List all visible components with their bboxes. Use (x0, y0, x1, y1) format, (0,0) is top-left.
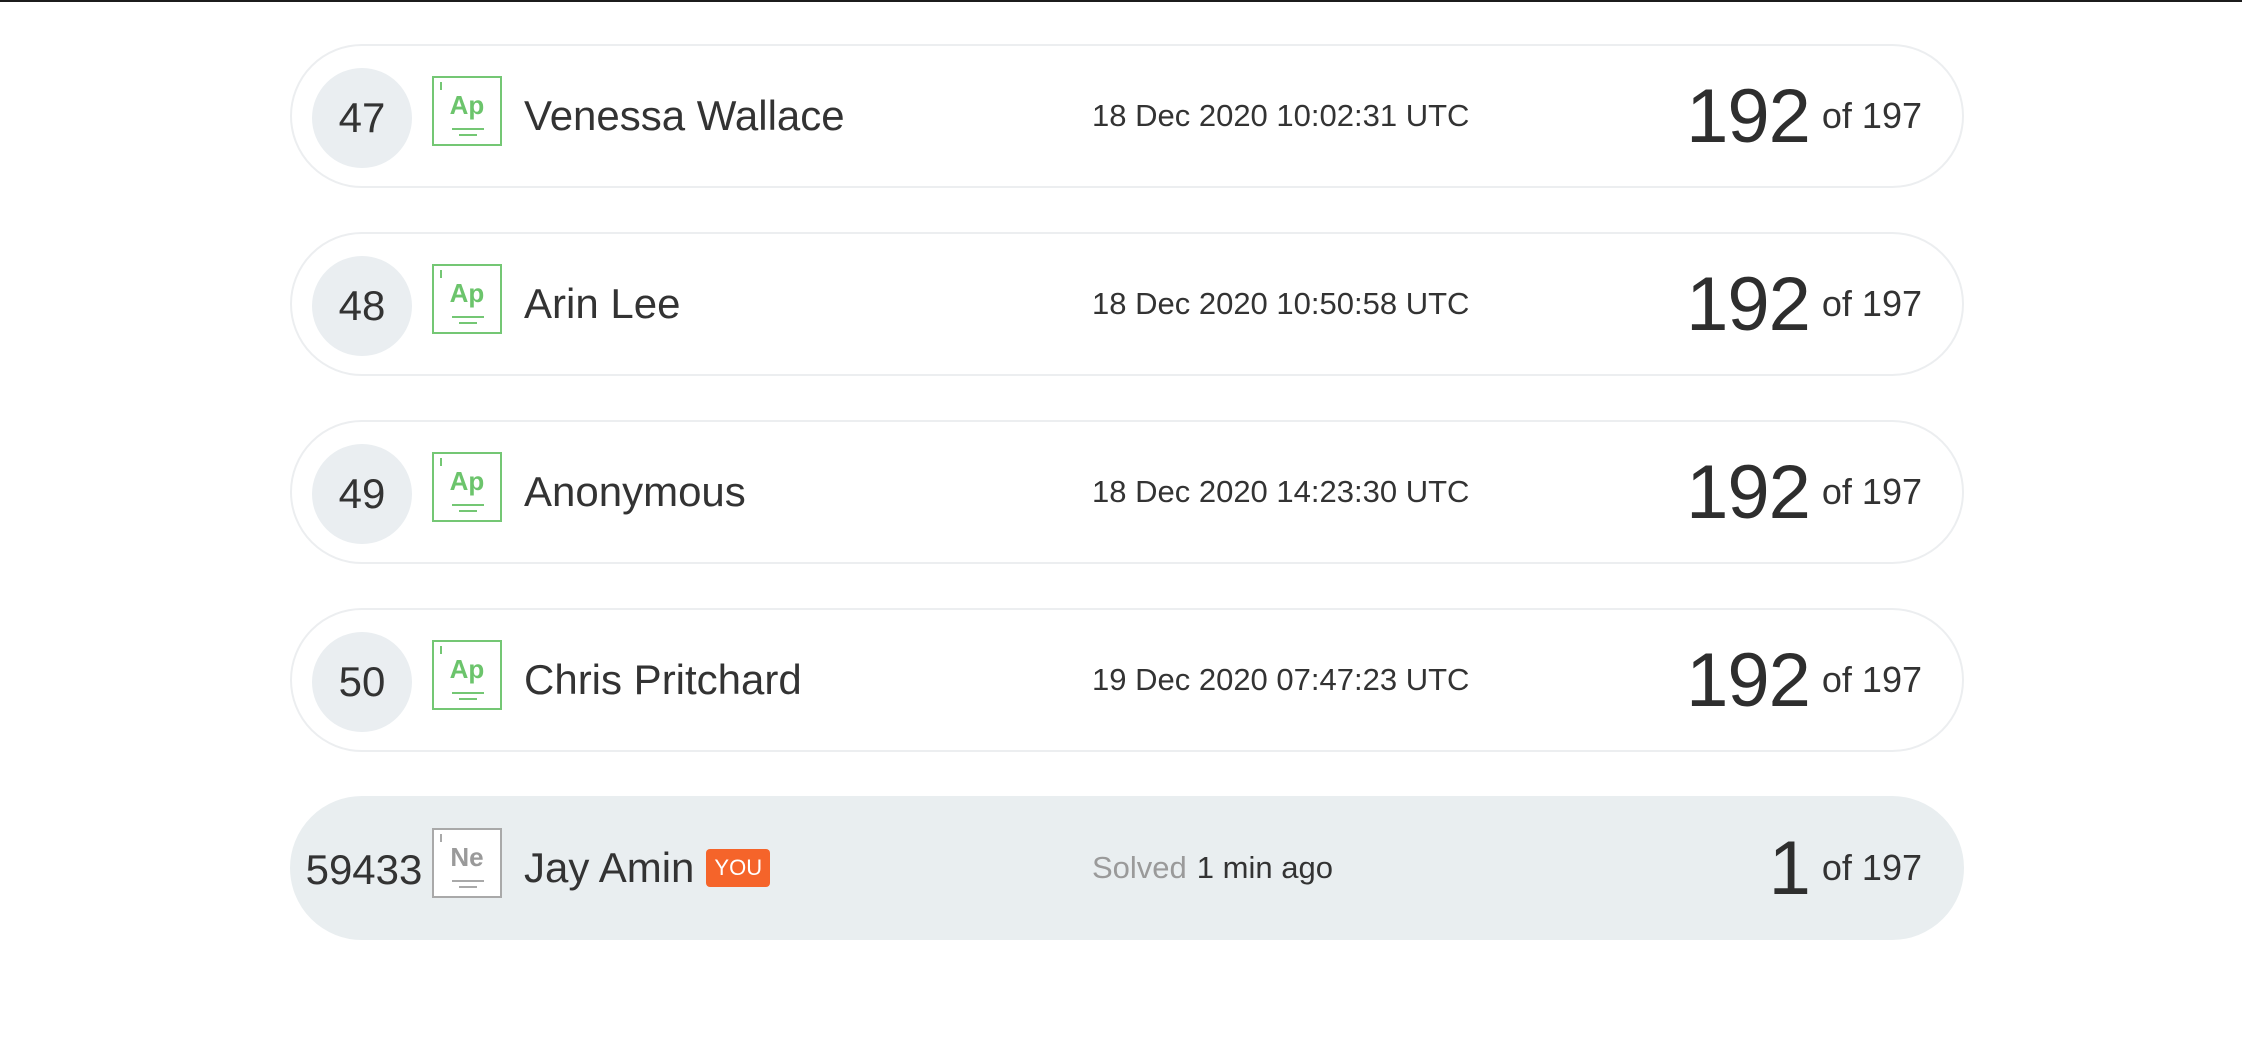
element-symbol: Ne (450, 842, 484, 872)
user-name[interactable]: Arin Lee (524, 234, 680, 374)
score-value: 192 (1686, 449, 1811, 535)
score: 192 of 197 (1686, 610, 1922, 750)
rank-badge: 50 (312, 632, 412, 732)
level-element-icon: Ne (432, 828, 502, 898)
score-value: 1 (1768, 825, 1811, 911)
rank-badge: 49 (312, 444, 412, 544)
score: 192 of 197 (1686, 46, 1922, 186)
you-badge: YOU (706, 849, 771, 887)
user-name[interactable]: Venessa Wallace (524, 46, 845, 186)
score: 192 of 197 (1686, 234, 1922, 374)
solved-timestamp: 18 Dec 2020 10:02:31 UTC (1092, 98, 1470, 133)
element-symbol: Ap (449, 466, 485, 496)
score: 1 of 197 (1769, 798, 1922, 938)
solved-timestamp: 18 Dec 2020 14:23:30 UTC (1092, 474, 1470, 509)
level-element-icon: Ap (432, 76, 502, 146)
element-symbol: Ap (449, 654, 485, 684)
leaderboard-row[interactable]: 47 Ap Venessa Wallace 18 Dec 2020 10:02:… (290, 44, 1964, 188)
leaderboard-row[interactable]: 48 Ap Arin Lee 18 Dec 2020 10:50:58 UTC … (290, 232, 1964, 376)
score-value: 192 (1686, 73, 1811, 159)
score-value: 192 (1686, 261, 1811, 347)
solved-time: 1 min ago (1196, 850, 1333, 885)
score-total: of 197 (1821, 659, 1922, 700)
rank-badge: 59433 (305, 846, 423, 893)
rank-badge: 47 (312, 68, 412, 168)
score-total: of 197 (1821, 95, 1922, 136)
user-name[interactable]: Chris Pritchard (524, 610, 802, 750)
leaderboard: 47 Ap Venessa Wallace 18 Dec 2020 10:02:… (290, 44, 1964, 984)
solved-timestamp: 19 Dec 2020 07:47:23 UTC (1092, 662, 1470, 697)
level-element-icon: Ap (432, 264, 502, 334)
score-total: of 197 (1821, 471, 1922, 512)
level-element-icon: Ap (432, 640, 502, 710)
leaderboard-row[interactable]: 49 Ap Anonymous 18 Dec 2020 14:23:30 UTC… (290, 420, 1964, 564)
score: 192 of 197 (1686, 422, 1922, 562)
score-value: 192 (1686, 637, 1811, 723)
solved-timestamp: 18 Dec 2020 10:50:58 UTC (1092, 286, 1470, 321)
user-name-wrapper: Jay Amin YOU (524, 798, 771, 938)
level-element-icon: Ap (432, 452, 502, 522)
user-name[interactable]: Anonymous (524, 422, 746, 562)
current-user-row[interactable]: 59433 Ne Jay Amin YOU Solved 1 min ago 1… (290, 796, 1964, 940)
rank-badge: 48 (312, 256, 412, 356)
user-name[interactable]: Jay Amin (524, 844, 694, 892)
score-total: of 197 (1821, 283, 1922, 324)
top-border (0, 0, 2242, 2)
solved-label: Solved (1092, 850, 1187, 885)
score-total: of 197 (1821, 847, 1922, 888)
leaderboard-row[interactable]: 50 Ap Chris Pritchard 19 Dec 2020 07:47:… (290, 608, 1964, 752)
element-symbol: Ap (449, 278, 485, 308)
element-symbol: Ap (449, 90, 485, 120)
solved-status: Solved 1 min ago (1092, 798, 1333, 938)
